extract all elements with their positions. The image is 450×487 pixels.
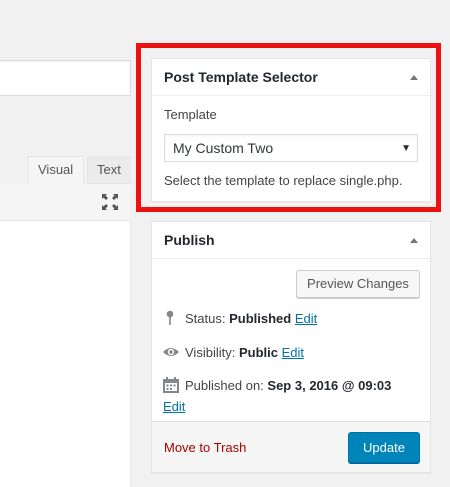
post-title-input[interactable] <box>0 60 131 96</box>
move-to-trash-link[interactable]: Move to Trash <box>164 440 246 455</box>
fullscreen-icon[interactable] <box>101 193 119 211</box>
tab-visual-label: Visual <box>38 162 74 177</box>
pin-icon <box>166 310 174 325</box>
tab-text[interactable]: Text <box>87 156 131 184</box>
published-value: Sep 3, 2016 @ 09:03 <box>267 378 392 393</box>
status-row: Status: Published Edit <box>162 310 317 326</box>
caret-up-icon[interactable] <box>407 234 421 248</box>
status-value: Published <box>229 311 292 326</box>
published-edit-link[interactable]: Edit <box>163 399 185 414</box>
publish-box: Publish Preview Changes Status: Publishe… <box>151 221 431 473</box>
tab-visual[interactable]: Visual <box>28 156 84 184</box>
preview-changes-button[interactable]: Preview Changes <box>296 270 420 298</box>
visibility-row: Visibility: Public Edit <box>162 344 304 360</box>
published-label: Published on: <box>185 378 264 393</box>
box-title: Publish <box>164 232 215 248</box>
visibility-edit-link[interactable]: Edit <box>282 345 304 360</box>
highlight-frame <box>136 43 441 212</box>
status-label: Status: <box>185 311 226 326</box>
tab-text-label: Text <box>97 162 121 177</box>
calendar-icon <box>163 377 179 393</box>
visibility-value: Public <box>238 345 278 360</box>
status-edit-link[interactable]: Edit <box>295 311 317 326</box>
update-button[interactable]: Update <box>348 432 420 463</box>
wp-post-editor: Visual Text Post Template Selector Templ… <box>0 0 450 487</box>
visibility-label: Visibility: <box>185 345 236 360</box>
published-row: Published on: Sep 3, 2016 @ 09:03 <box>162 377 391 393</box>
editor-content-area[interactable] <box>0 221 131 487</box>
box-header: Publish <box>152 222 430 259</box>
publish-footer: Move to Trash Update <box>152 421 430 472</box>
eye-icon <box>163 348 179 356</box>
